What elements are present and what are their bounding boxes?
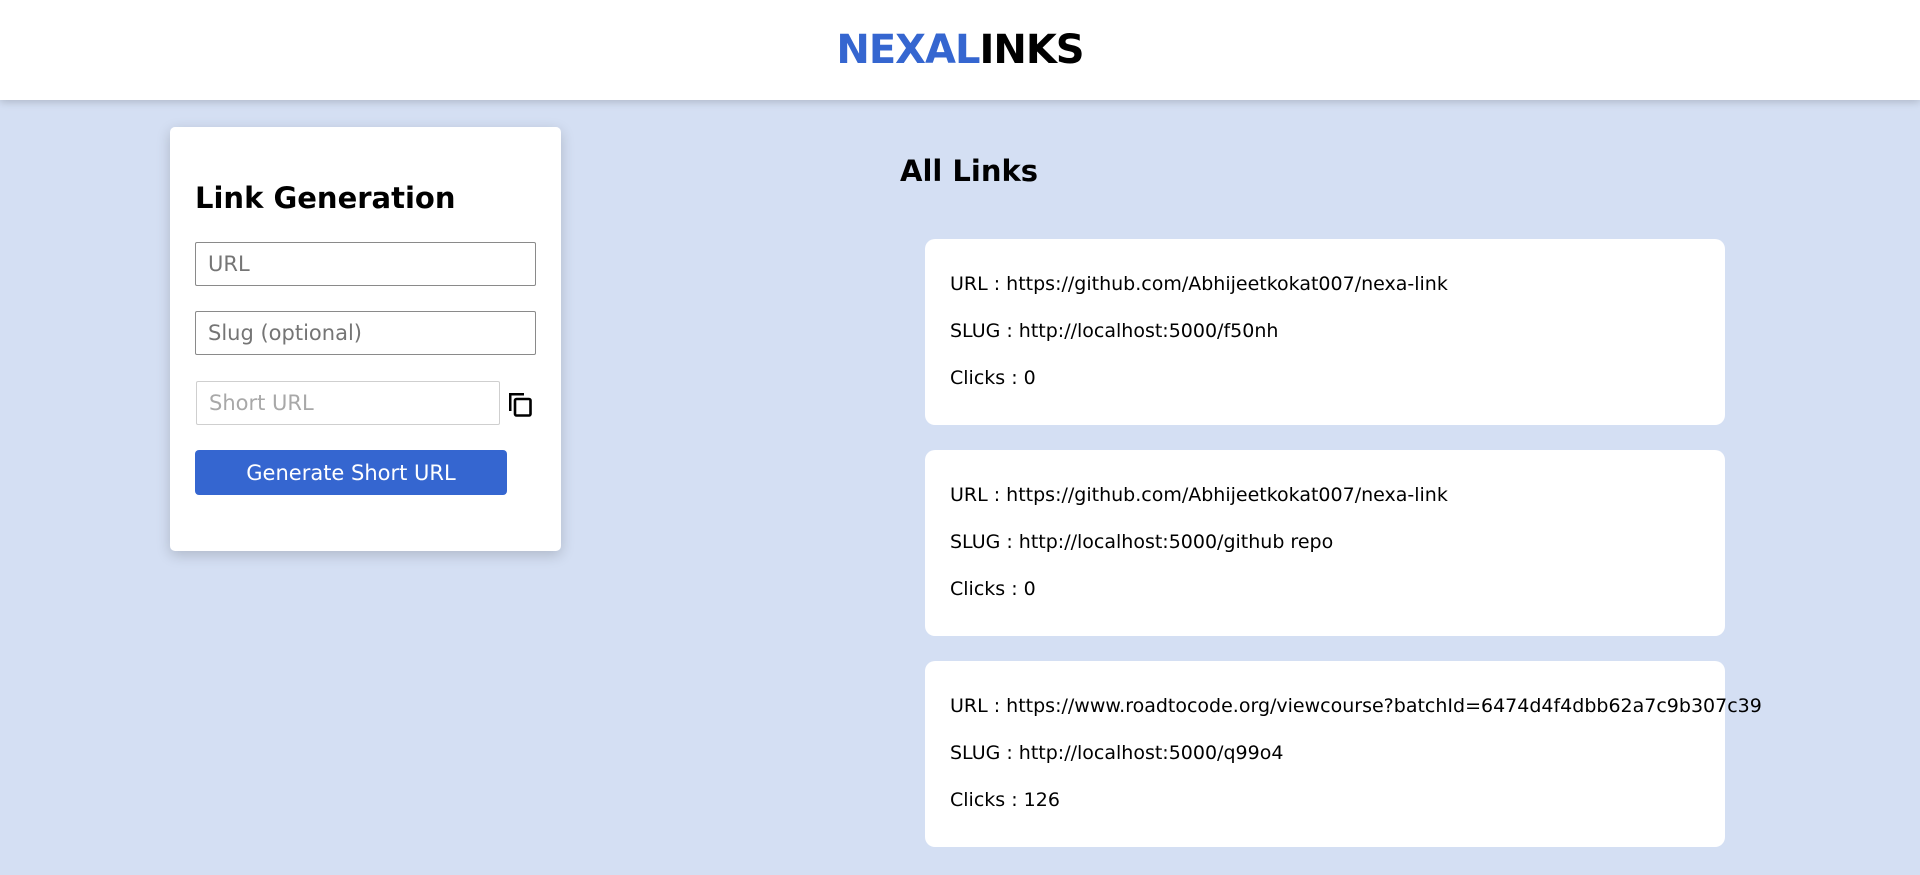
link-url: URL : https://github.com/Abhijeetkokat00… — [950, 484, 1448, 506]
link-slug: SLUG : http://localhost:5000/github repo — [950, 531, 1334, 553]
app-header: NEXALINKS — [0, 0, 1920, 100]
link-generation-card: Link Generation Generate Short URL — [170, 127, 561, 551]
logo-brand: NEXAL — [836, 27, 980, 73]
short-url-output[interactable] — [196, 381, 500, 425]
link-slug: SLUG : http://localhost:5000/f50nh — [950, 320, 1279, 342]
link-generation-title: Link Generation — [195, 181, 456, 215]
link-card: URL : https://github.com/Abhijeetkokat00… — [925, 239, 1725, 425]
copy-icon[interactable] — [505, 389, 535, 419]
logo-rest: INKS — [979, 27, 1084, 73]
slug-input[interactable] — [195, 311, 536, 355]
link-url: URL : https://github.com/Abhijeetkokat00… — [950, 273, 1448, 295]
url-input[interactable] — [195, 242, 536, 286]
app-logo[interactable]: NEXALINKS — [836, 27, 1084, 73]
link-clicks: Clicks : 126 — [950, 789, 1060, 811]
generate-short-url-button[interactable]: Generate Short URL — [195, 450, 507, 495]
link-url: URL : https://www.roadtocode.org/viewcou… — [950, 695, 1762, 717]
link-card: URL : https://www.roadtocode.org/viewcou… — [925, 661, 1762, 847]
link-clicks: Clicks : 0 — [950, 578, 1036, 600]
link-clicks: Clicks : 0 — [950, 367, 1036, 389]
all-links-title: All Links — [900, 154, 1039, 188]
link-slug: SLUG : http://localhost:5000/q99o4 — [950, 742, 1284, 764]
link-card: URL : https://github.com/Abhijeetkokat00… — [925, 450, 1725, 636]
